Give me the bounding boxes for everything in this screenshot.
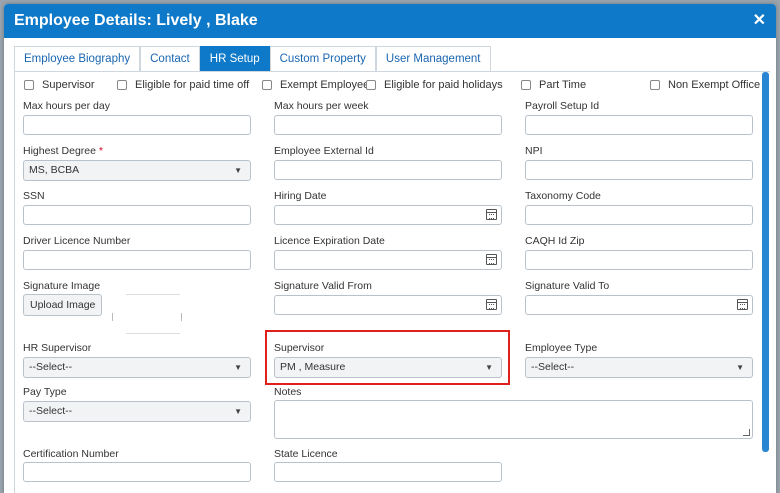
employee-details-dialog: Employee Details: Lively , Blake ✕ Emplo… [4,4,776,493]
employee-external-id-label: Employee External Id [274,145,374,157]
supervisor-select[interactable]: PM , Measure ▼ [274,357,502,378]
tab-hr-setup[interactable]: HR Setup [199,46,270,72]
npi-label: NPI [525,145,543,157]
highest-degree-value: MS, BCBA [29,164,80,176]
resize-grip-icon[interactable] [743,429,750,436]
caqh-id-zip-label: CAQH Id Zip [525,235,585,247]
pay-type-label: Pay Type [23,386,67,398]
dialog-titlebar: Employee Details: Lively , Blake ✕ [4,4,776,38]
scrollbar[interactable] [762,72,769,452]
chevron-down-icon: ▼ [736,363,744,372]
ssn-label: SSN [23,190,45,202]
chevron-down-icon: ▼ [234,363,242,372]
licence-expiration-date-input[interactable] [274,250,502,270]
certification-number-label: Certification Number [23,448,119,460]
chevron-down-icon: ▼ [234,407,242,416]
payroll-setup-id-label: Payroll Setup Id [525,100,600,112]
npi-input[interactable] [525,160,753,180]
dialog-title: Employee Details: Lively , Blake [14,12,258,29]
certification-number-input[interactable] [23,462,251,482]
payroll-setup-id-input[interactable] [525,115,753,135]
required-marker: * [98,145,103,157]
checkbox-box[interactable] [366,80,376,90]
taxonomy-code-input[interactable] [525,205,753,225]
max-hours-day-label: Max hours per day [23,100,110,112]
signature-preview [112,294,182,334]
non-exempt-office-checkbox[interactable]: Non Exempt Office [650,79,760,91]
part-time-checkbox[interactable]: Part Time [521,79,586,91]
state-licence-label: State Licence [274,448,338,460]
hr-supervisor-select[interactable]: --Select-- ▼ [23,357,251,378]
upload-image-button[interactable]: Upload Image [23,294,103,316]
employee-type-value: --Select-- [531,361,575,373]
checkbox-box[interactable] [521,80,531,90]
checkbox-label: Part Time [539,79,587,91]
checkbox-label: Exempt Employee [280,79,370,91]
close-icon[interactable]: ✕ [753,13,766,29]
supervisor-checkbox[interactable]: Supervisor [24,79,95,91]
signature-valid-from-label: Signature Valid From [274,280,372,292]
chevron-down-icon: ▼ [485,363,493,372]
exempt-employee-checkbox[interactable]: Exempt Employee [262,79,369,91]
employee-external-id-input[interactable] [274,160,502,180]
signature-valid-to-label: Signature Valid To [525,280,610,292]
pay-type-value: --Select-- [29,405,73,417]
max-hours-week-label: Max hours per week [274,100,369,112]
hr-supervisor-label: HR Supervisor [23,342,92,354]
ssn-input[interactable] [23,205,251,225]
checkbox-label: Non Exempt Office [668,79,761,91]
signature-valid-from-input[interactable] [274,295,502,315]
max-hours-day-input[interactable] [23,115,251,135]
hiring-date-label: Hiring Date [274,190,327,202]
caqh-id-zip-input[interactable] [525,250,753,270]
tab-custom-property[interactable]: Custom Property [269,46,376,72]
checkbox-label: Supervisor [42,79,95,91]
taxonomy-code-label: Taxonomy Code [525,190,601,202]
pay-type-select[interactable]: --Select-- ▼ [23,401,251,422]
checkbox-box[interactable] [24,80,34,90]
highest-degree-label: Highest Degree * [23,145,103,157]
paid-holidays-checkbox[interactable]: Eligible for paid holidays [366,79,503,91]
calendar-icon[interactable] [737,299,748,310]
max-hours-week-input[interactable] [274,115,502,135]
notes-label: Notes [274,386,302,398]
signature-valid-to-input[interactable] [525,295,753,315]
tab-bar: Employee Biography Contact HR Setup Cust… [14,46,491,72]
employee-type-label: Employee Type [525,342,598,354]
checkbox-box[interactable] [650,80,660,90]
hr-supervisor-value: --Select-- [29,361,73,373]
calendar-icon[interactable] [486,209,497,220]
signature-image-label: Signature Image [23,280,101,292]
driver-licence-number-label: Driver Licence Number [23,235,131,247]
driver-licence-number-input[interactable] [23,250,251,270]
chevron-down-icon: ▼ [234,166,242,175]
employee-type-select[interactable]: --Select-- ▼ [525,357,753,378]
calendar-icon[interactable] [486,254,497,265]
notes-textarea[interactable] [274,400,753,439]
state-licence-input[interactable] [274,462,502,482]
tab-user-management[interactable]: User Management [375,46,491,72]
checkbox-box[interactable] [262,80,272,90]
supervisor-label: Supervisor [274,342,325,354]
paid-time-off-checkbox[interactable]: Eligible for paid time off [117,79,249,91]
highest-degree-select[interactable]: MS, BCBA ▼ [23,160,251,181]
checkbox-label: Eligible for paid holidays [384,79,503,91]
checkbox-box[interactable] [117,80,127,90]
supervisor-value: PM , Measure [280,361,346,373]
licence-expiration-date-label: Licence Expiration Date [274,235,385,247]
highest-degree-label-text: Highest Degree [23,145,96,157]
checkbox-label: Eligible for paid time off [135,79,250,91]
tab-contact[interactable]: Contact [140,46,200,72]
tab-employee-biography[interactable]: Employee Biography [14,46,141,72]
hiring-date-input[interactable] [274,205,502,225]
calendar-icon[interactable] [486,299,497,310]
